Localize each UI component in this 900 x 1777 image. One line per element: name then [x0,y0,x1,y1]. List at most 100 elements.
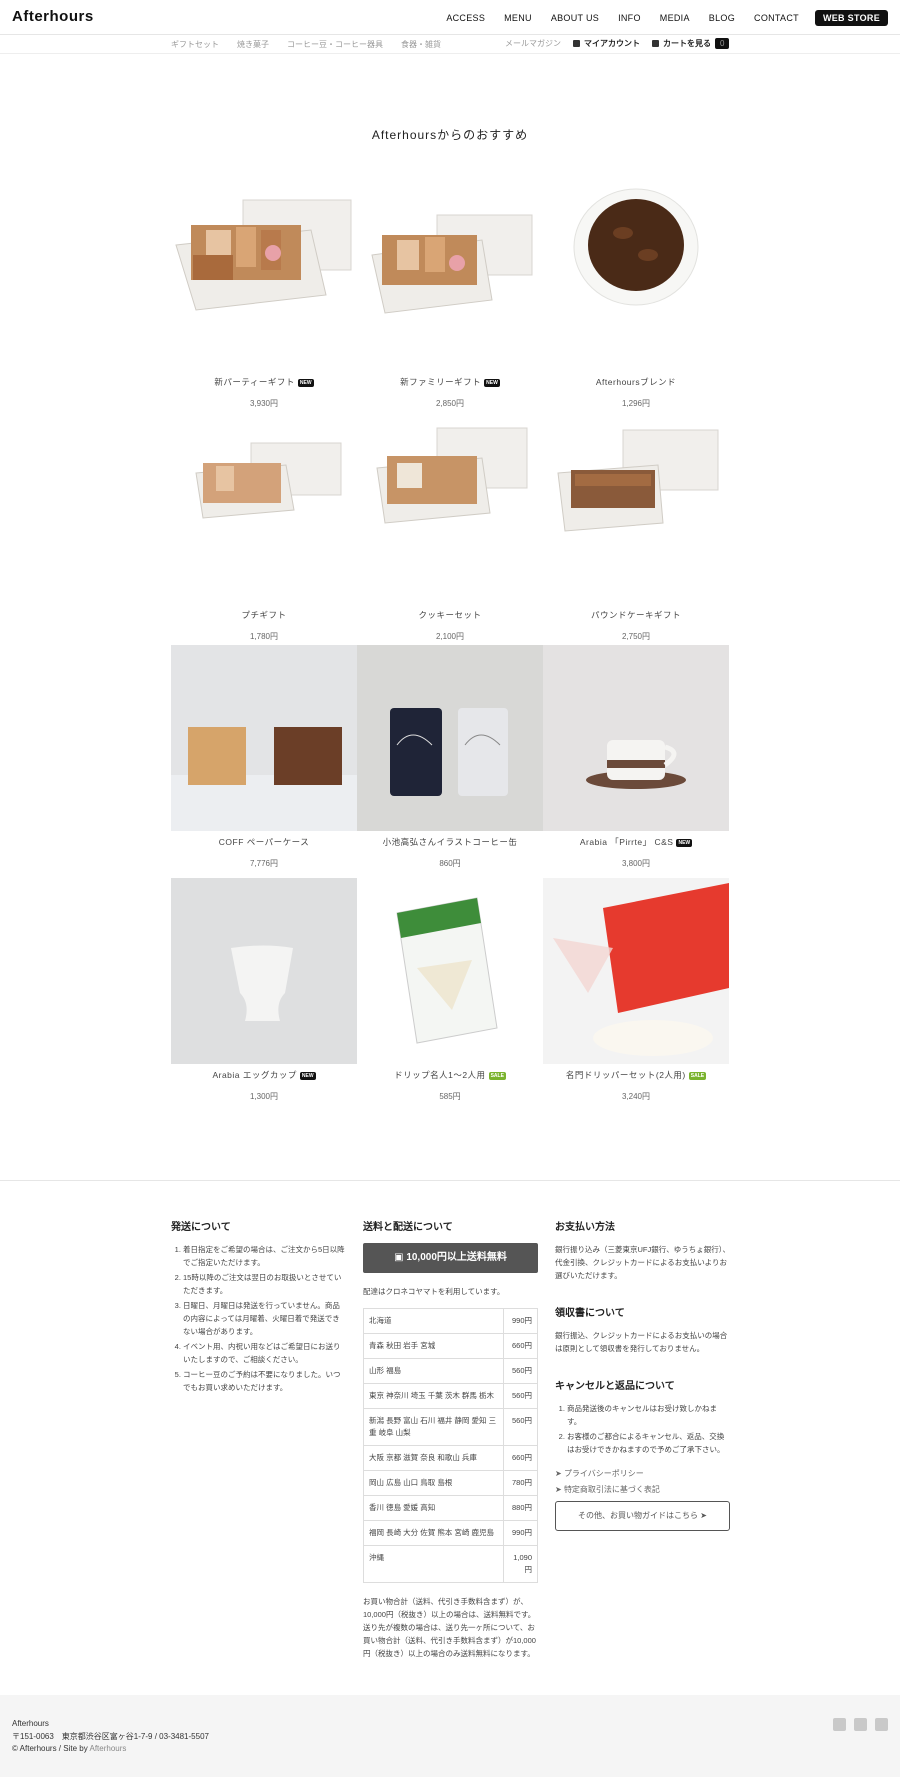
list-item: お客様のご都合によるキャンセル、返品、交換はお受けできかねますので予めご了承下さ… [567,1430,730,1456]
product-image[interactable] [543,418,729,604]
product-image[interactable] [543,645,729,831]
category-coffee[interactable]: コーヒー豆・コーヒー器具 [287,39,383,50]
product-name-text: ドリップ名人1〜2人用 [394,1070,486,1080]
product-image[interactable] [357,645,543,831]
product-price: 860円 [439,859,461,868]
product-card[interactable]: Arabia 「Pirrte」 C&S NEW 3,800円 [543,645,729,878]
category-gift-set[interactable]: ギフトセット [171,39,219,50]
product-card[interactable]: ドリップ名人1〜2人用 SALE 585円 [357,878,543,1111]
privacy-policy-label: プライバシーポリシー [563,1469,644,1478]
product-name[interactable]: Arabia 「Pirrte」 C&S NEW [543,836,729,848]
product-name[interactable]: COFF ペーパーケース [171,836,357,848]
product-card[interactable]: 新ファミリーギフト NEW 2,850円 [357,185,543,418]
region-cell: 山形 福島 [363,1358,504,1384]
product-name[interactable]: Afterhoursブレンド [543,376,729,388]
nav-blog[interactable]: BLOG [709,13,735,23]
delivery-title: 送料と配送について [363,1222,453,1233]
product-image[interactable] [171,185,357,371]
table-row: 山形 福島 560円 [363,1358,538,1384]
twitter-icon[interactable] [875,1718,888,1731]
price-cell: 1,090円 [503,1545,538,1583]
region-cell: 北海道 [363,1308,504,1334]
list-item: 商品発送後のキャンセルはお受け致しかねます。 [567,1402,730,1428]
product-card[interactable]: クッキーセット 2,100円 [357,418,543,651]
table-row: 香川 徳島 愛媛 高知 880円 [363,1495,538,1521]
privacy-policy-link[interactable]: ➤ プライバシーポリシー [555,1468,730,1479]
web-store-button[interactable]: WEB STORE [814,10,888,26]
category-baked-sweets[interactable]: 焼き菓子 [237,39,269,50]
product-price: 2,100円 [435,632,465,641]
product-name-text: Arabia エッグカップ [212,1070,297,1080]
product-card[interactable]: 新パーティーギフト NEW 3,930円 [171,185,357,418]
product-card[interactable]: Arabia エッグカップ NEW 1,300円 [171,878,357,1111]
global-nav: ACCESS MENU ABOUT US INFO MEDIA BLOG CON… [427,10,888,26]
product-card[interactable]: COFF ペーパーケース 7,776円 [171,645,357,878]
product-name-text: 新パーティーギフト [214,377,295,387]
commerce-law-link[interactable]: ➤ 特定商取引法に基づく表記 [555,1484,730,1495]
nav-contact[interactable]: CONTACT [754,13,799,23]
my-account-label: マイアカウント [584,39,640,48]
product-image[interactable] [543,185,729,371]
nav-info[interactable]: INFO [618,13,641,23]
product-card[interactable]: 名門ドリッパーセット(2人用) SALE 3,240円 [543,878,729,1111]
my-account-link[interactable]: マイアカウント [573,38,640,49]
product-name[interactable]: プチギフト [171,609,357,621]
region-cell: 青森 秋田 岩手 宮城 [363,1333,504,1359]
product-name[interactable]: クッキーセット [357,609,543,621]
instagram-icon[interactable] [833,1718,846,1731]
account-nav: メールマガジン マイアカウント カートを見る 0 [505,38,741,49]
sale-badge: SALE [488,1072,506,1080]
shopping-guide-button[interactable]: その他、お買い物ガイドはこちら ➤ [555,1501,730,1531]
facebook-icon[interactable] [854,1718,867,1731]
new-badge: NEW [676,839,693,847]
nav-about[interactable]: ABOUT US [551,13,599,23]
product-image[interactable] [171,878,357,1064]
site-by-link[interactable]: Afterhours [90,1744,127,1753]
product-image[interactable] [357,878,543,1064]
nav-media[interactable]: MEDIA [660,13,690,23]
nav-menu[interactable]: MENU [504,13,532,23]
view-cart-link[interactable]: カートを見る [652,38,711,49]
footer-copyright: © Afterhours / Site by Afterhours [12,1743,209,1756]
payment-info: お支払い方法 銀行振り込み（三菱東京UFJ銀行、ゆうちょ銀行）、代金引換、クレジ… [555,1218,730,1531]
product-card[interactable]: Afterhoursブレンド 1,296円 [543,185,729,418]
region-cell: 新潟 長野 富山 石川 福井 静岡 愛知 三重 岐阜 山梨 [363,1408,504,1446]
table-row: 東京 神奈川 埼玉 千葉 茨木 群馬 栃木 560円 [363,1383,538,1409]
cancel-list: 商品発送後のキャンセルはお受け致しかねます。 お客様のご都合によるキャンセル、返… [555,1402,730,1456]
table-row: 大阪 京都 滋賀 奈良 和歌山 兵庫 660円 [363,1445,538,1471]
nav-access[interactable]: ACCESS [446,13,485,23]
product-card[interactable]: プチギフト 1,780円 [171,418,357,651]
product-name[interactable]: 小池高弘さんイラストコーヒー缶 [357,836,543,848]
category-tableware[interactable]: 食器・雑貨 [401,39,441,50]
list-item: 日曜日、月曜日は発送を行っていません。商品の内容によっては月曜着、火曜日着で発送… [183,1299,346,1338]
logo[interactable]: Afterhours [12,8,94,25]
product-name-text: Arabia 「Pirrte」 C&S [579,837,674,847]
product-price: 3,800円 [621,859,651,868]
product-name[interactable]: 名門ドリッパーセット(2人用) SALE [543,1069,729,1081]
product-price: 1,300円 [249,1092,279,1101]
product-name[interactable]: Arabia エッグカップ NEW [171,1069,357,1081]
list-item: コーヒー豆のご予約は不要になりました。いつでもお買い求めいただけます。 [183,1368,346,1394]
product-image[interactable] [357,418,543,604]
newsletter-link[interactable]: メールマガジン [505,38,561,49]
footer-address: 〒151-0063 東京都渋谷区富ヶ谷1-7-9 / 03-3481-5507 [12,1731,209,1741]
shopping-guide-label: その他、お買い物ガイドはこちら [578,1511,699,1520]
product-name[interactable]: パウンドケーキギフト [543,609,729,621]
product-image[interactable] [171,418,357,604]
new-badge: NEW [299,1072,316,1080]
region-cell: 香川 徳島 愛媛 高知 [363,1495,504,1521]
product-image[interactable] [543,878,729,1064]
price-cell: 560円 [503,1358,538,1384]
product-price: 3,930円 [249,399,279,408]
product-card[interactable]: 小池高弘さんイラストコーヒー缶 860円 [357,645,543,878]
price-cell: 880円 [503,1495,538,1521]
product-card[interactable]: パウンドケーキギフト 2,750円 [543,418,729,651]
product-name[interactable]: 新パーティーギフト NEW [171,376,357,388]
product-name[interactable]: 新ファミリーギフト NEW [357,376,543,388]
product-image[interactable] [171,645,357,831]
chevron-right-icon: ➤ [698,1511,707,1520]
chevron-right-icon: ➤ [555,1469,564,1478]
table-row: 福岡 長崎 大分 佐賀 熊本 宮崎 鹿児島 990円 [363,1520,538,1546]
product-name[interactable]: ドリップ名人1〜2人用 SALE [357,1069,543,1081]
product-image[interactable] [357,185,543,371]
